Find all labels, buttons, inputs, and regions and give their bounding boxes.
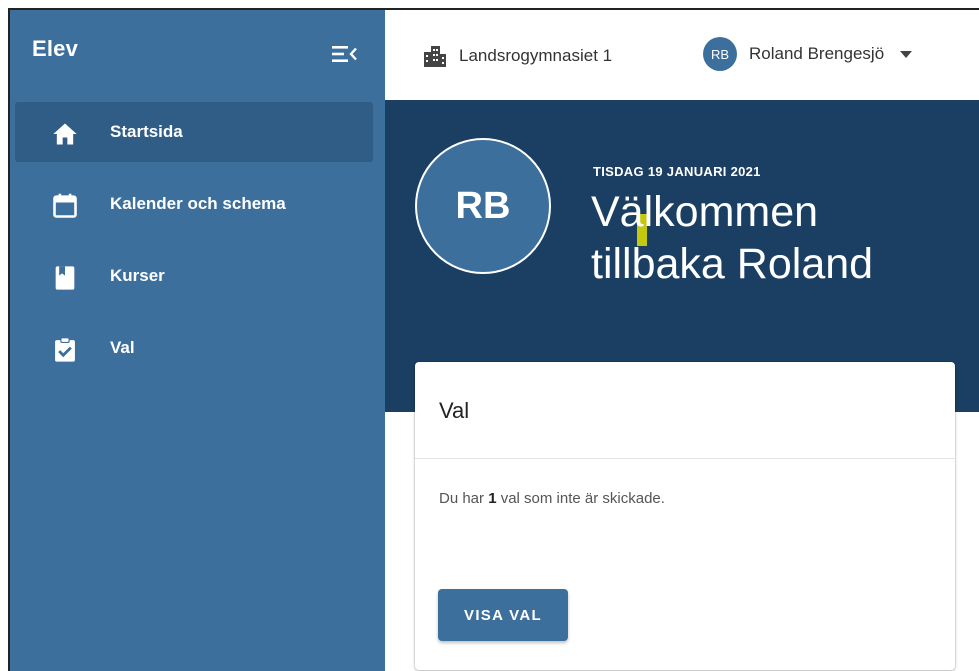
clipboard-check-icon (51, 336, 79, 364)
chevron-down-icon (900, 50, 913, 58)
frame-border (8, 8, 979, 10)
sidebar-nav: Startsida Kalender och schema Kurser Val (15, 102, 373, 390)
user-name: Roland Brengesjö (749, 44, 885, 63)
message-prefix: Du har (439, 490, 489, 507)
val-card: Val Du har 1 val som inte är skickade. V… (415, 362, 955, 670)
visa-val-button[interactable]: VISA VAL (438, 589, 568, 641)
pending-count: 1 (488, 490, 497, 507)
app-title: Elev (32, 36, 79, 61)
avatar-large: RB (415, 138, 551, 274)
welcome-line-1: Välkommen (591, 188, 819, 236)
school-name: Landsrogymnasiet 1 (459, 46, 613, 65)
book-icon (51, 264, 79, 292)
sidebar-item-label: Val (110, 338, 135, 357)
user-menu[interactable]: RB Roland Brengesjö (703, 36, 913, 72)
menu-collapse-icon[interactable] (330, 42, 360, 66)
message-suffix: val som inte är skickade. (496, 490, 665, 507)
sidebar-item-val[interactable]: Val (15, 318, 373, 378)
calendar-icon (51, 192, 79, 220)
school-selector[interactable]: Landsrogymnasiet 1 (423, 42, 612, 70)
sidebar-item-kurser[interactable]: Kurser (15, 246, 373, 306)
building-icon (423, 45, 447, 67)
sidebar-item-label: Kalender och schema (110, 194, 286, 213)
card-title: Val (439, 398, 470, 423)
avatar: RB (703, 37, 737, 71)
sidebar-item-label: Kurser (110, 266, 165, 285)
home-icon (51, 120, 79, 148)
app-window: Elev Startsida Kalender och schema Kurse… (8, 8, 979, 671)
page-title: Välkommen tillbaka Roland (591, 186, 971, 290)
sidebar-header: Elev (10, 10, 385, 100)
sidebar-item-startsida[interactable]: Startsida (15, 102, 373, 162)
current-date: TISDAG 19 JANUARI 2021 (593, 164, 761, 179)
welcome-line-2: tillbaka Roland (591, 240, 874, 288)
sidebar: Elev Startsida Kalender och schema Kurse… (10, 10, 385, 671)
card-message: Du har 1 val som inte är skickade. (439, 490, 665, 507)
top-bar: Landsrogymnasiet 1 RB Roland Brengesjö (385, 10, 979, 100)
sidebar-item-kalender[interactable]: Kalender och schema (15, 174, 373, 234)
sidebar-item-label: Startsida (110, 122, 183, 141)
card-divider (415, 458, 955, 459)
frame-border (8, 8, 10, 671)
